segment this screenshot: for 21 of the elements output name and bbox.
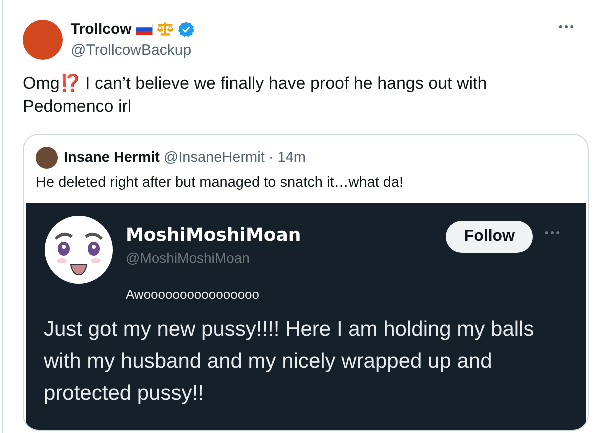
follow-button[interactable]: Follow: [446, 221, 533, 253]
more-icon[interactable]: [545, 231, 560, 235]
bio-text: Awoooooooooooooooo: [126, 287, 261, 302]
flag-icon: [136, 24, 153, 34]
username[interactable]: @TrollcowBackup: [71, 42, 551, 59]
avatar: [36, 147, 58, 169]
display-name: Trollcow: [71, 20, 132, 38]
timestamp: 14m: [278, 150, 306, 166]
tweet-text: Just got my new pussy!!!! Here I am holding my balls with my husband and my nicely wrapped up and protected pussy!!: [44, 317, 536, 407]
quoted-tweet-text: He deleted right after but managed to snatch it…what da!: [35, 174, 405, 193]
separator: ·: [268, 150, 274, 166]
cartoon-face-avatar-icon: [44, 215, 114, 285]
scales-icon: [156, 22, 174, 36]
display-name: MoshiMoshiMoan: [126, 225, 302, 246]
username: @MoshiMoshiMoan: [126, 250, 251, 266]
username: @InsaneHermit: [164, 150, 265, 166]
quoted-tweet-card[interactable]: [23, 134, 589, 431]
more-icon[interactable]: [559, 25, 574, 29]
display-name: Insane Hermit: [64, 150, 160, 166]
tweet-text: Omg⁉ I can’t believe we finally have proof he hangs out with Pedomenco irl: [23, 73, 488, 118]
avatar: [23, 20, 63, 60]
